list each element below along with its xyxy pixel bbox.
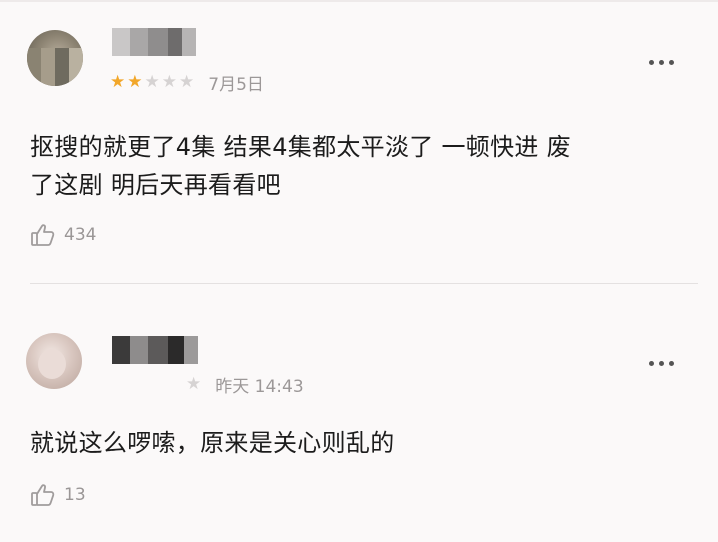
rating-stars: ★ ★ ★ ★ ★ [110, 74, 196, 91]
comment-text-line: 就说这么啰嗦，原来是关心则乱的 [30, 429, 395, 457]
avatar-face [38, 349, 66, 379]
thumbs-up-icon [31, 224, 55, 246]
comment-meta: ★ ★ ★ ★ ★ 7月5日 [110, 70, 264, 96]
comment-text: 就说这么啰嗦，原来是关心则乱的 [30, 424, 696, 462]
comment-item: ★ ★ ★ ★ ★ 7月5日 抠搜的就更了4集 结果4集都太平淡了 一顿快进 废… [0, 0, 718, 284]
comment-date: 7月5日 [208, 75, 264, 95]
comment-meta: ★ 昨天 14:43 [186, 372, 304, 398]
divider [30, 283, 698, 284]
comment-date: 昨天 14:43 [215, 377, 304, 397]
like-count: 434 [64, 225, 97, 245]
more-dots-icon [649, 60, 654, 65]
like-button[interactable]: 13 [30, 482, 86, 508]
username-blurred[interactable] [112, 336, 198, 364]
comment-item [0, 286, 718, 542]
comment-text-line: 了这剧 明后天再看看吧 [30, 171, 281, 199]
star-icon: ★ [127, 72, 143, 92]
star-icon: ★ [161, 72, 177, 92]
username-blurred[interactable] [112, 28, 196, 56]
more-options-button[interactable] [647, 355, 676, 372]
rating-stars: ★ [186, 376, 203, 393]
comment-text: 抠搜的就更了4集 结果4集都太平淡了 一顿快进 废 了这剧 明后天再看看吧 [30, 128, 696, 204]
more-dots-icon [649, 361, 654, 366]
more-options-button[interactable] [647, 54, 676, 71]
avatar[interactable] [27, 30, 83, 86]
star-icon: ★ [179, 72, 195, 92]
star-icon: ★ [144, 72, 160, 92]
star-icon: ★ [186, 374, 202, 394]
like-button[interactable]: 434 [30, 222, 96, 248]
avatar[interactable] [26, 333, 82, 389]
thumbs-up-icon [31, 484, 55, 506]
star-icon: ★ [110, 72, 126, 92]
comment-text-line: 抠搜的就更了4集 结果4集都太平淡了 一顿快进 废 [30, 133, 571, 161]
like-count: 13 [64, 485, 86, 505]
avatar-mosaic [27, 48, 83, 86]
